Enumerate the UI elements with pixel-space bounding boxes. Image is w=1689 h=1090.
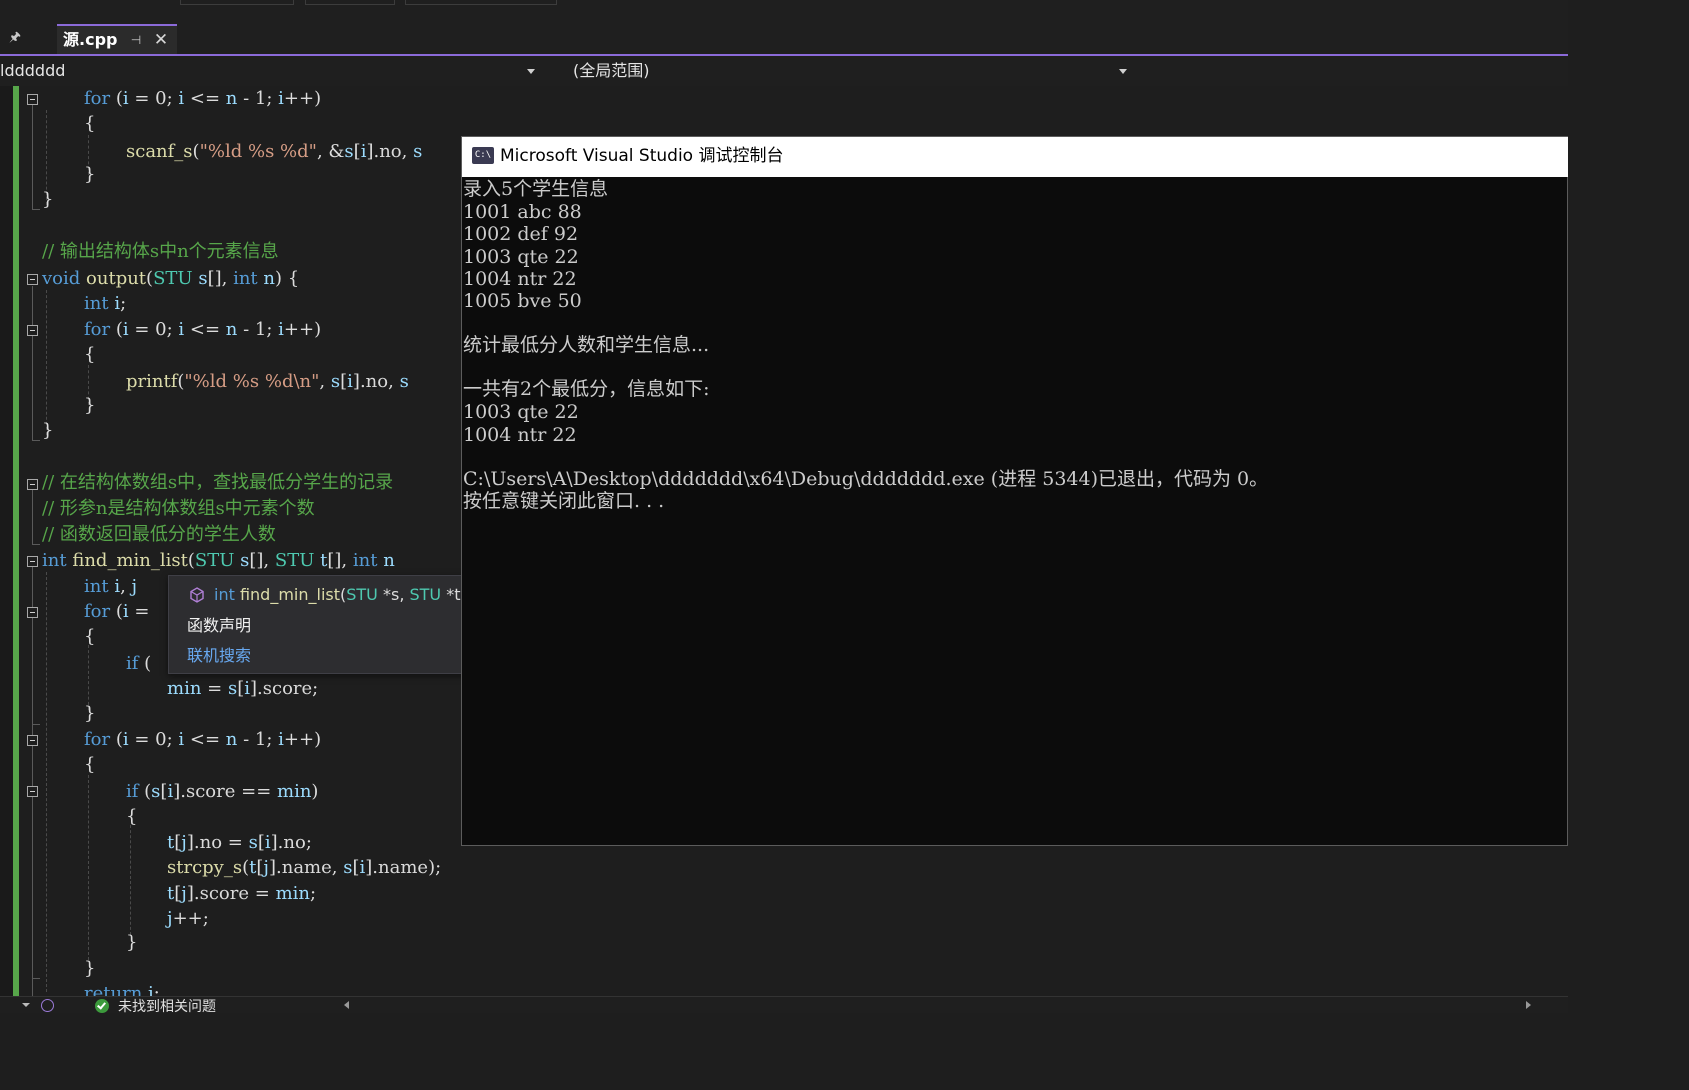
collapse-icon[interactable] xyxy=(27,479,38,490)
toolbar-slot[interactable] xyxy=(305,0,395,5)
indent-guide xyxy=(88,775,89,960)
code-line[interactable]: int find_min_list(STU s[], STU t[], int … xyxy=(42,549,395,573)
code-comment[interactable]: // 在结构体数组s中，查找最低分学生的记录 xyxy=(42,471,393,495)
code-line[interactable]: { xyxy=(126,805,137,829)
toolbar-slot[interactable] xyxy=(180,0,294,5)
project-dropdown[interactable] xyxy=(0,58,540,84)
code-line[interactable]: min = s[i].score; xyxy=(167,677,318,701)
code-line[interactable]: for (i = 0; i <= n - 1; i++) xyxy=(84,318,321,342)
code-line[interactable]: } xyxy=(84,702,95,726)
pin-icon[interactable]: ⊣ xyxy=(129,32,143,48)
console-line: 1004 ntr 22 xyxy=(463,268,577,290)
console-line: 录入5个学生信息 xyxy=(463,178,609,200)
outline-guide xyxy=(32,490,33,545)
change-tracking-bar xyxy=(13,86,19,996)
code-line[interactable]: { xyxy=(84,753,95,777)
project-dropdown-label: ldddddd xyxy=(0,61,66,80)
code-line[interactable]: int i; xyxy=(84,292,126,316)
console-line: 1004 ntr 22 xyxy=(463,424,577,446)
code-line[interactable]: } xyxy=(126,931,137,955)
tooltip-declaration-label: 函数声明 xyxy=(187,616,252,635)
code-line[interactable]: { xyxy=(84,625,95,649)
console-line: C:\Users\A\Desktop\ddddddd\x64\Debug\ddd… xyxy=(463,468,1269,490)
toolbar-slot[interactable] xyxy=(405,0,557,5)
outline-guide xyxy=(32,724,40,725)
outline-guide xyxy=(32,440,40,441)
outline-guide xyxy=(32,286,33,441)
code-line[interactable]: t[j].score = min; xyxy=(167,882,316,906)
console-line: 1003 qte 22 xyxy=(463,401,579,423)
issues-status[interactable]: 未找到相关问题 xyxy=(118,997,216,1015)
editor-glyph-margin xyxy=(0,86,13,996)
code-line[interactable]: } xyxy=(84,394,95,418)
console-line: 1001 abc 88 xyxy=(463,201,582,223)
code-line[interactable]: } xyxy=(42,419,53,443)
code-line[interactable]: for (i = 0; i <= n - 1; i++) xyxy=(84,87,321,111)
outline-guide xyxy=(32,544,40,545)
outline-guide xyxy=(32,567,33,996)
check-icon xyxy=(95,999,109,1013)
pin-icon[interactable]: 🖈 xyxy=(6,29,24,47)
online-search-link[interactable]: 联机搜索 xyxy=(187,645,251,667)
outline-guide xyxy=(32,209,40,210)
code-comment[interactable]: // 输出结构体s中n个元素信息 xyxy=(42,240,279,264)
copilot-icon[interactable] xyxy=(41,999,54,1012)
indent-guide xyxy=(46,572,47,992)
chevron-down-icon[interactable] xyxy=(22,1003,30,1007)
indent-guide xyxy=(88,645,89,710)
code-line[interactable]: j++; xyxy=(167,907,209,931)
editor-status-bar xyxy=(0,996,1568,1013)
code-line[interactable]: } xyxy=(42,188,53,212)
chevron-down-icon[interactable] xyxy=(1119,69,1127,74)
code-line[interactable]: } xyxy=(84,957,95,981)
document-tab-bar xyxy=(0,22,1568,56)
code-line[interactable]: { xyxy=(84,112,95,136)
code-line[interactable]: strcpy_s(t[j].name, s[i].name); xyxy=(167,856,441,880)
chevron-down-icon[interactable] xyxy=(527,69,535,74)
code-line[interactable]: return j; xyxy=(84,982,160,996)
console-app-icon-label: C:\ xyxy=(474,150,492,160)
outline-guide xyxy=(32,978,40,979)
indent-guide xyxy=(130,825,131,935)
code-line[interactable]: int i, j xyxy=(84,575,137,599)
code-line[interactable]: for (i = xyxy=(84,600,149,624)
console-line: 一共有2个最低分，信息如下: xyxy=(463,378,710,400)
code-line[interactable]: void output(STU s[], int n) { xyxy=(42,267,299,291)
indent-guide xyxy=(46,290,47,435)
console-line: 1002 def 92 xyxy=(463,223,579,245)
code-line[interactable]: scanf_s("%ld %s %d", &s[i].no, s xyxy=(126,140,422,164)
console-line: 1003 qte 22 xyxy=(463,246,579,268)
code-line[interactable]: } xyxy=(84,163,95,187)
code-line[interactable]: for (i = 0; i <= n - 1; i++) xyxy=(84,728,321,752)
collapse-icon[interactable] xyxy=(27,325,38,336)
scroll-left-icon[interactable] xyxy=(344,1001,349,1009)
scope-dropdown-label: (全局范围) xyxy=(573,61,650,80)
code-comment[interactable]: // 形参n是结构体数组s中元素个数 xyxy=(42,497,315,521)
console-line: 按任意键关闭此窗口. . . xyxy=(463,490,665,512)
console-line: 统计最低分人数和学生信息... xyxy=(463,334,710,356)
console-line: 1005 bve 50 xyxy=(463,290,582,312)
outline-guide xyxy=(32,105,33,210)
collapse-icon[interactable] xyxy=(27,556,38,567)
close-icon[interactable]: ✕ xyxy=(151,30,171,50)
collapse-icon[interactable] xyxy=(27,274,38,285)
code-line[interactable]: printf("%ld %s %d\n", s[i].no, s xyxy=(126,370,409,394)
collapse-icon[interactable] xyxy=(27,607,38,618)
code-line[interactable]: { xyxy=(84,343,95,367)
code-line[interactable]: t[j].no = s[i].no; xyxy=(167,831,312,855)
collapse-icon[interactable] xyxy=(27,786,38,797)
code-line[interactable]: if ( xyxy=(126,652,151,676)
console-title: Microsoft Visual Studio 调试控制台 xyxy=(500,146,784,166)
member-dropdown[interactable] xyxy=(1139,58,1568,84)
code-comment[interactable]: // 函数返回最低分的学生人数 xyxy=(42,523,276,547)
collapse-icon[interactable] xyxy=(27,94,38,105)
code-line[interactable]: if (s[i].score == min) xyxy=(126,780,318,804)
scroll-right-icon[interactable] xyxy=(1526,1001,1531,1009)
tab-title[interactable]: 源.cpp xyxy=(63,30,117,50)
collapse-icon[interactable] xyxy=(27,735,38,746)
